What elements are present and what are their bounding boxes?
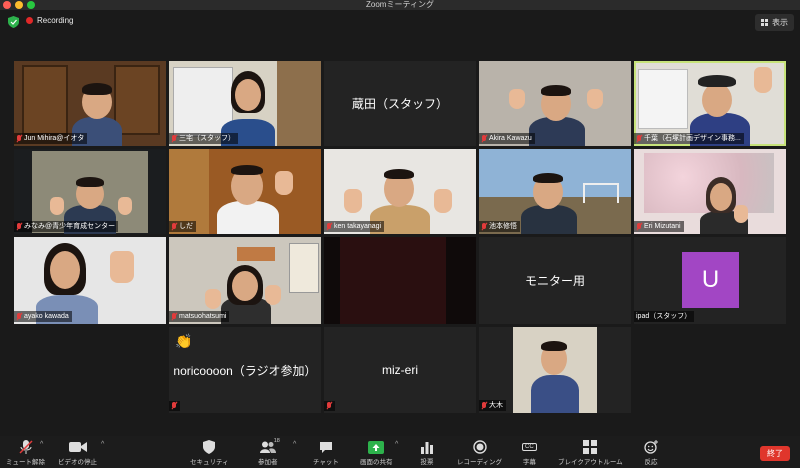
video-tile[interactable]: U ipad（スタッフ） [634,237,786,324]
mic-muted-icon [326,222,332,231]
participant-name-center: miz-eri [382,363,418,377]
record-button[interactable]: レコーディング [457,439,502,466]
mic-muted-icon [16,312,22,321]
recording-dot-icon [26,17,33,24]
record-icon [472,439,487,455]
avatar: U [682,252,739,308]
participant-name-label: ken takayanagi [324,221,385,232]
video-tile[interactable]: 蔵田（スタッフ） [324,61,476,146]
video-tile[interactable]: 大木 [479,327,631,413]
stop-video-button[interactable]: ビデオの停止 [58,439,97,466]
participant-name-label: ipad（スタッフ） [634,311,695,322]
meeting-toolbar: ミュート解除 ^ ビデオの停止 ^ セキュリティ 18 参加者 ^ チャット 画… [0,436,800,468]
video-tile[interactable]: miz-eri [324,327,476,413]
window-title: Zoomミーティング [366,0,434,9]
mic-muted-icon [171,222,177,231]
participant-name-label: Jun Mihira@イオタ [14,133,88,144]
grid-view-icon [761,19,768,26]
video-tile-active-speaker[interactable]: 千葉（石塚計画デザイン事務... [634,61,786,146]
participant-name-label: ayako kawada [14,311,72,322]
video-tile[interactable] [324,237,476,324]
bookshelf [114,65,160,135]
video-tile[interactable]: みなみ@青少年育成センター [14,149,166,234]
participant-name-label: 三宅（スタッフ） [169,133,238,144]
mic-muted-icon [171,134,177,143]
video-feed [513,327,597,413]
bookshelf [277,61,321,146]
poll-chart-icon [420,439,434,455]
bookshelf [22,65,68,135]
mic-muted-icon [636,222,642,231]
share-screen-button[interactable]: 画面の共有 [360,439,393,466]
mic-muted-icon [326,402,332,410]
participant-name-label: 千葉（石塚計画デザイン事務... [634,133,744,144]
recording-label: Recording [37,16,74,25]
mic-muted-icon [481,134,487,143]
breakout-rooms-icon [583,439,598,455]
video-tile[interactable]: しだ [169,149,321,234]
captions-button[interactable]: CC 字幕 [522,439,537,466]
participant-name-label: matsuohatsumi [169,311,230,322]
video-tile[interactable]: Jun Mihira@イオタ [14,61,166,146]
video-tile[interactable]: ayako kawada [14,237,166,324]
video-options-chevron-icon[interactable]: ^ [101,441,104,448]
video-tile[interactable]: Eri Mizutani [634,149,786,234]
participants-options-chevron-icon[interactable]: ^ [293,441,296,448]
participants-icon: 18 [259,438,280,455]
participant-name-center: 蔵田（スタッフ） [351,97,448,111]
participant-name-label [169,401,180,411]
participant-name-label [324,401,335,411]
mic-muted-icon [636,134,642,143]
mic-muted-icon [481,222,487,231]
participant-name-label: Akira Kawazu [479,133,535,144]
audio-options-chevron-icon[interactable]: ^ [40,441,43,448]
end-meeting-button[interactable]: 終了 [760,446,790,461]
poster [638,69,688,129]
security-button[interactable]: セキュリティ [190,439,229,466]
wall-scroll [289,243,319,293]
participant-name-label: Eri Mizutani [634,221,684,232]
participant-name-center: noricoooon（ラジオ参加） [173,363,317,378]
video-tile[interactable]: 三宅（スタッフ） [169,61,321,146]
video-tile[interactable]: 池本修悟 [479,149,631,234]
participant-name-label: しだ [169,221,196,232]
mic-muted-icon [16,134,22,143]
video-tile[interactable]: 👏 noricoooon（ラジオ参加） [169,327,321,413]
participant-name-label: みなみ@青少年育成センター [14,221,119,232]
mic-muted-icon [171,402,177,410]
view-button[interactable]: 表示 [755,14,794,31]
polls-button[interactable]: 投票 [420,439,434,466]
mic-muted-icon [171,312,177,321]
meeting-topbar: Recording 表示 [0,10,800,34]
participant-name-label: 池本修悟 [479,221,520,232]
breakout-rooms-button[interactable]: ブレイクアウトルーム [558,439,623,466]
participants-count: 18 [273,438,280,444]
share-screen-icon [368,439,385,455]
share-options-chevron-icon[interactable]: ^ [395,441,398,448]
mic-muted-icon [16,222,22,231]
recording-indicator[interactable]: Recording [26,16,73,25]
video-camera-icon [68,439,87,455]
reactions-button[interactable]: 反応 [644,439,658,466]
window-titlebar: Zoomミーティング [0,0,800,10]
video-tile[interactable]: ken takayanagi [324,149,476,234]
closed-captions-icon: CC [522,439,537,455]
chat-bubble-icon [319,439,333,455]
participant-name-center: モニター用 [524,274,585,288]
encryption-shield-icon[interactable] [8,16,19,28]
video-tile[interactable]: Akira Kawazu [479,61,631,146]
mic-muted-icon [481,401,487,410]
mic-muted-icon [18,439,33,455]
video-tile[interactable]: matsuohatsumi [169,237,321,324]
participants-button[interactable]: 18 参加者 [258,438,280,466]
soccer-goal [583,183,619,203]
dark-video [340,237,446,324]
shield-icon [203,439,216,455]
shelf-boxes [237,247,275,261]
chat-button[interactable]: チャット [313,439,339,466]
view-label: 表示 [772,18,788,27]
participant-name-label: 大木 [479,400,506,411]
video-tile[interactable]: モニター用 [479,237,631,324]
smiley-plus-icon [644,439,658,455]
